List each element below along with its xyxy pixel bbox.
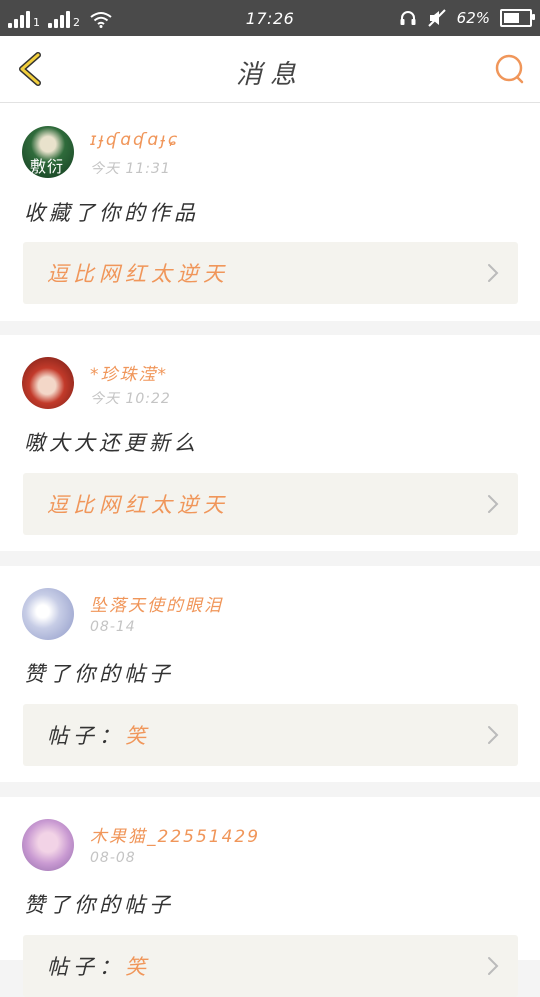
chevron-right-icon <box>488 264 499 282</box>
chevron-right-icon <box>488 957 499 975</box>
message-time: 08-14 <box>90 619 136 635</box>
mute-icon <box>427 9 446 27</box>
avatar[interactable] <box>22 819 74 871</box>
ref-title: 笑 <box>125 724 151 748</box>
message-content: 赞了你的帖子 <box>24 893 174 917</box>
sender-name[interactable]: 木果猫_22551429 <box>90 822 260 847</box>
referenced-post[interactable]: 帖子：笑 <box>23 704 518 766</box>
avatar[interactable]: 敷衍 <box>22 126 74 178</box>
referenced-post-title: 逗比网红太逆天 <box>47 258 229 288</box>
avatar-caption: 敷衍 <box>30 157 65 176</box>
message-content: 赞了你的帖子 <box>24 662 174 686</box>
referenced-post[interactable]: 逗比网红太逆天 <box>23 473 518 535</box>
message-time: 今天 11:31 <box>90 161 171 177</box>
message-item[interactable]: *珍珠滢* 今天 10:22 嗷大大还更新么 逗比网红太逆天 <box>0 335 540 551</box>
status-right: 62% <box>399 7 535 29</box>
message-time: 今天 10:22 <box>90 391 171 407</box>
chevron-right-icon <box>488 726 499 744</box>
referenced-post-title: 帖子：笑 <box>47 951 151 981</box>
referenced-post[interactable]: 帖子：笑 <box>23 935 518 997</box>
ref-prefix: 帖子： <box>47 724 125 748</box>
sender-name[interactable]: 坠落天使的眼泪 <box>90 591 223 616</box>
message-item[interactable]: 敷衍 ɪɟʠɑʠɑɟɕ 今天 11:31 收藏了你的作品 逗比网红太逆天 <box>0 103 540 321</box>
battery-icon <box>500 9 535 27</box>
ref-prefix: 帖子： <box>47 955 125 979</box>
ref-title: 逗比网红太逆天 <box>47 493 229 517</box>
ref-title: 逗比网红太逆天 <box>47 262 229 286</box>
page-title: 消息 <box>235 60 304 90</box>
message-content: 收藏了你的作品 <box>24 201 199 225</box>
message-content: 嗷大大还更新么 <box>24 431 199 455</box>
avatar[interactable] <box>22 357 74 409</box>
message-time: 08-08 <box>90 850 136 866</box>
avatar[interactable] <box>22 588 74 640</box>
sender-name[interactable]: *珍珠滢* <box>90 360 168 385</box>
status-bar: 1 2 17:26 62% <box>0 0 540 36</box>
chevron-right-icon <box>488 495 499 513</box>
search-icon[interactable] <box>492 51 528 87</box>
message-item[interactable]: 坠落天使的眼泪 08-14 赞了你的帖子 帖子：笑 <box>0 566 540 782</box>
headphones-icon <box>400 11 416 25</box>
battery-fill <box>504 13 519 23</box>
battery-percent: 62% <box>456 9 490 27</box>
referenced-post-title: 帖子：笑 <box>47 720 151 750</box>
message-item[interactable]: 木果猫_22551429 08-08 赞了你的帖子 帖子：笑 <box>0 797 540 997</box>
referenced-post[interactable]: 逗比网红太逆天 <box>23 242 518 304</box>
sender-name[interactable]: ɪɟʠɑʠɑɟɕ <box>90 130 179 150</box>
top-nav-bar: 消息 <box>0 36 540 103</box>
referenced-post-title: 逗比网红太逆天 <box>47 489 229 519</box>
ref-title: 笑 <box>125 955 151 979</box>
